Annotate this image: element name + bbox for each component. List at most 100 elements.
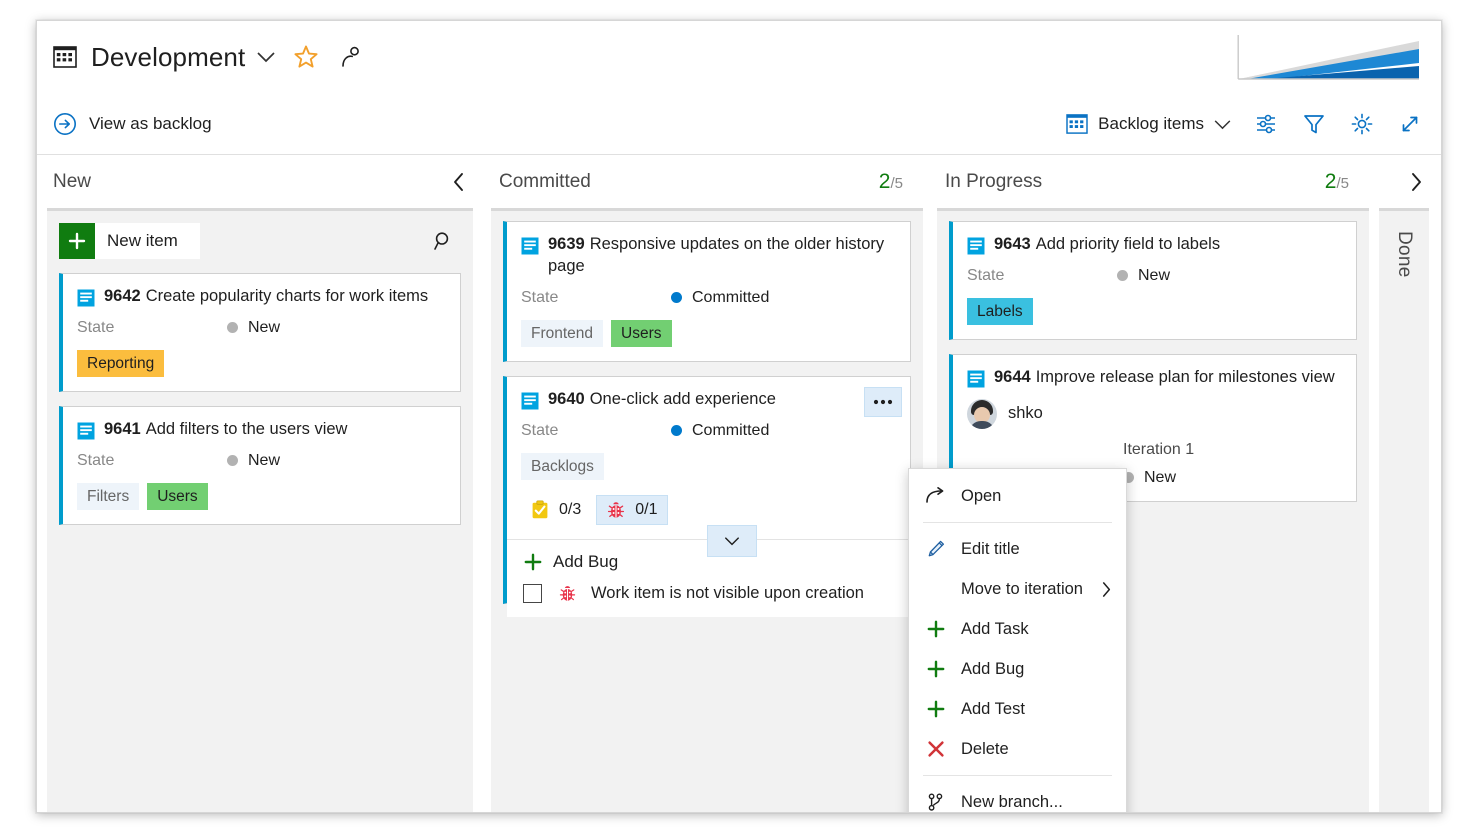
tag-chip[interactable]: Labels [967, 297, 1033, 326]
visibility-checkbox[interactable] [523, 584, 542, 604]
tag-chip[interactable]: Filters [77, 482, 140, 511]
card-tags: Frontend Users [521, 319, 896, 347]
card-state-row: State Committed [521, 422, 896, 440]
menu-item-add-test[interactable]: Add Test [909, 689, 1126, 729]
fullscreen-expand-icon[interactable] [1397, 111, 1423, 137]
tag-chip[interactable]: Reporting [77, 349, 165, 378]
card-id: 9642 [104, 287, 141, 305]
backlog-items-pivot[interactable]: Backlog items [1066, 114, 1231, 134]
state-value: New [248, 451, 281, 469]
pencil-edit-icon [925, 538, 947, 560]
delete-x-icon [925, 738, 947, 760]
column-title: Committed [499, 170, 591, 192]
view-as-backlog-button[interactable]: View as backlog [53, 112, 212, 136]
state-label: State [521, 288, 559, 306]
plus-icon [523, 552, 543, 572]
bug-ladybug-icon [558, 584, 577, 603]
card-title-text: Improve release plan for milestones view [1035, 368, 1335, 387]
plus-icon [59, 223, 95, 259]
arrow-right-circle-icon [53, 112, 77, 136]
menu-item-label: Edit title [961, 539, 1020, 558]
backlog-items-label: Backlog items [1098, 114, 1204, 133]
chevron-down-icon[interactable] [257, 51, 275, 63]
card-id: 9640 [548, 389, 585, 408]
column-body-committed: 9639 Responsive updates on the older hist… [491, 208, 923, 812]
chevron-right-icon[interactable] [1406, 170, 1427, 194]
search-icon[interactable] [425, 229, 461, 253]
column-header-committed: Committed 2/5 [483, 155, 929, 208]
cumulative-flow-diagram-sparkline[interactable] [1235, 33, 1419, 85]
board-settings-sliders-icon[interactable] [1253, 111, 1279, 137]
visibility-note: Work item is not visible upon creation [591, 584, 864, 603]
star-icon[interactable] [293, 44, 319, 70]
card-id: 9644 [994, 368, 1031, 387]
toolbar-actions: Backlog items [1066, 93, 1423, 155]
task-counter-chip[interactable]: 0/3 [521, 496, 590, 524]
card-id: 9643 [994, 235, 1031, 253]
wip-count: 2 [878, 169, 891, 193]
state-value: New [1144, 468, 1177, 486]
backlog-item-icon [967, 370, 985, 388]
menu-item-add-task[interactable]: Add Task [909, 609, 1126, 649]
tag-chip[interactable]: Frontend [521, 319, 604, 347]
state-label: State [967, 266, 1005, 284]
menu-item-edit-title[interactable]: Edit title [909, 529, 1126, 569]
column-body-done[interactable]: Done [1379, 208, 1429, 812]
new-item-button[interactable]: New item [59, 223, 200, 259]
git-branch-icon [925, 791, 947, 812]
tag-chip[interactable]: Users [611, 319, 672, 347]
state-value: Committed [692, 288, 770, 306]
board-column-done: Done [1375, 155, 1439, 812]
menu-item-delete[interactable]: Delete [909, 729, 1126, 769]
menu-item-label: Open [961, 486, 1002, 505]
chevron-down-icon[interactable] [707, 525, 757, 558]
view-as-backlog-label: View as backlog [89, 113, 212, 133]
menu-item-add-bug[interactable]: Add Bug [909, 649, 1126, 689]
ellipsis-more-actions-icon[interactable] [864, 386, 902, 417]
chevron-left-icon[interactable] [448, 170, 469, 194]
card-title: 9642 Create popularity charts for work it… [104, 286, 428, 308]
menu-item-open[interactable]: Open [909, 476, 1126, 516]
menu-item-move-to-iteration[interactable]: Move to iteration [909, 569, 1126, 609]
wip-limit-indicator: 2/5 [1325, 170, 1349, 194]
menu-item-new-branch[interactable]: New branch... [909, 782, 1126, 812]
kanban-card[interactable]: 9639 Responsive updates on the older hist… [503, 221, 911, 362]
card-id: 9639 [548, 235, 585, 253]
board-grid-icon [1066, 114, 1088, 134]
card-title-text: Responsive updates on the older history … [548, 235, 885, 275]
board-toolbar: View as backlog Backlog items [37, 93, 1441, 155]
gear-icon[interactable] [1349, 111, 1375, 137]
avatar [967, 398, 997, 429]
card-state-row: State New [77, 319, 446, 337]
menu-separator [923, 775, 1112, 776]
card-assignee-row: shko [967, 398, 1342, 429]
azure-boards-window: Development View as backlog Backlog item… [36, 20, 1442, 813]
board-column-committed: Committed 2/5 9639 Responsive updates on… [483, 155, 929, 812]
assignee-name: shko [1008, 404, 1043, 423]
tag-chip[interactable]: Users [147, 482, 208, 511]
kanban-card[interactable]: 9640 One-click add experience State Commi… [503, 375, 911, 618]
blank-icon [925, 578, 947, 600]
card-title-text: Add priority field to labels [1035, 235, 1221, 253]
filter-funnel-icon[interactable] [1301, 111, 1327, 137]
bug-counter-chip[interactable]: 0/1 [596, 495, 668, 526]
kanban-card[interactable]: 9642 Create popularity charts for work it… [59, 273, 461, 393]
kanban-board: New New item 9642 Create popularity char… [37, 155, 1441, 812]
tag-chip[interactable]: Backlogs [521, 452, 604, 481]
new-item-row: New item [59, 223, 461, 259]
add-bug-label: Add Bug [553, 552, 619, 572]
state-label: State [77, 318, 115, 336]
board-header: Development [37, 21, 1441, 93]
state-dot-icon [671, 292, 682, 304]
card-title: 9643 Add priority field to labels [994, 234, 1220, 256]
column-header-done [1375, 155, 1439, 208]
kanban-card[interactable]: 9641 Add filters to the users view State … [59, 406, 461, 526]
card-title: 9640 One-click add experience [548, 389, 776, 411]
team-members-icon[interactable] [339, 45, 363, 69]
card-title: 9639 Responsive updates on the older hist… [548, 234, 896, 278]
task-counter-value: 0/3 [559, 501, 582, 519]
kanban-card[interactable]: 9643 Add priority field to labels State N… [949, 221, 1357, 341]
card-id: 9641 [104, 420, 141, 439]
menu-item-label: Delete [961, 739, 1009, 758]
plus-icon [925, 658, 947, 680]
